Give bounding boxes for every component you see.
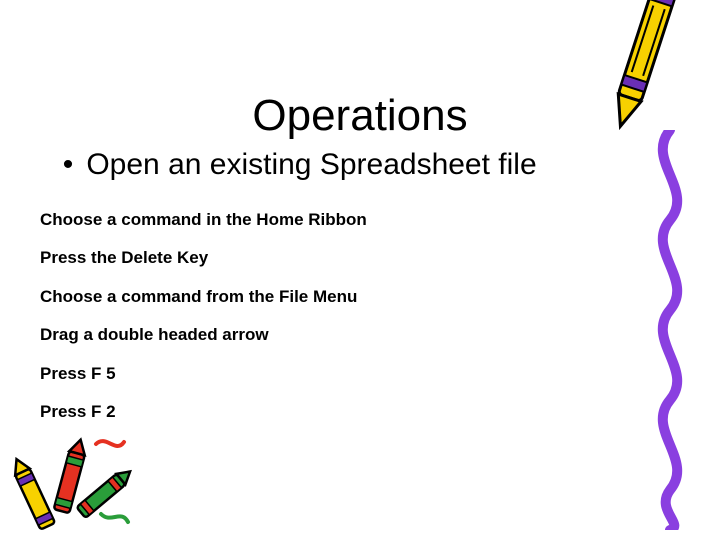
bullet-icon: • xyxy=(58,148,78,182)
options-list: Choose a command in the Home Ribbon Pres… xyxy=(40,210,600,440)
question-text: Open an existing Spreadsheet file xyxy=(86,148,536,181)
option-item: Choose a command from the File Menu xyxy=(40,287,600,307)
crayon-icon xyxy=(598,0,688,150)
option-item: Press the Delete Key xyxy=(40,248,600,268)
option-item: Choose a command in the Home Ribbon xyxy=(40,210,600,230)
slide: Operations • Open an existing Spreadshee… xyxy=(0,0,720,540)
crayons-icon xyxy=(6,414,136,534)
option-item: Drag a double headed arrow xyxy=(40,325,600,345)
question-line: • Open an existing Spreadsheet file xyxy=(58,148,537,182)
option-item: Press F 5 xyxy=(40,364,600,384)
squiggle-icon xyxy=(640,130,700,530)
